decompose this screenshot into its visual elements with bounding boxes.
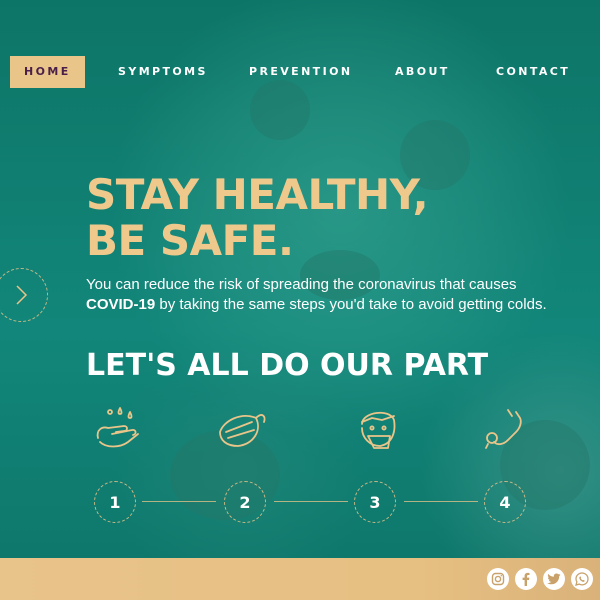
chevron-right-icon	[16, 285, 28, 305]
nav-item-prevention[interactable]: PREVENTION	[249, 56, 352, 88]
whatsapp-glyph	[575, 572, 589, 586]
step-4: 4	[484, 481, 526, 523]
nav-item-contact[interactable]: CONTACT	[496, 56, 570, 88]
step-2: 2	[224, 481, 266, 523]
sick-person-icon	[361, 411, 396, 449]
hero-subtitle: You can reduce the risk of spreading the…	[86, 275, 576, 315]
stethoscope-icon	[485, 409, 522, 449]
hero-subtitle-pre: You can reduce the risk of spreading the…	[86, 276, 517, 293]
hero-subtitle-bold: COVID-19	[86, 296, 156, 313]
section-title: LET'S ALL DO OUR PART	[86, 348, 489, 383]
hero-title-line2: BE SAFE.	[86, 216, 294, 265]
hero-title: STAY HEALTHY, BE SAFE.	[86, 172, 566, 264]
step-3: 3	[354, 481, 396, 523]
face-mask-icon	[219, 414, 266, 447]
facebook-glyph	[522, 572, 530, 586]
step-connector	[404, 501, 478, 502]
main-nav: HOME SYMPTOMS PREVENTION ABOUT CONTACT	[0, 56, 600, 88]
instagram-glyph	[491, 572, 505, 586]
hero-title-line1: STAY HEALTHY,	[86, 170, 429, 219]
whatsapp-icon[interactable]	[571, 568, 593, 590]
virus-texture	[250, 80, 310, 140]
nav-item-home[interactable]: HOME	[10, 56, 85, 88]
hero-subtitle-post: by taking the same steps you'd take to a…	[155, 296, 547, 313]
twitter-icon[interactable]	[543, 568, 565, 590]
step-connector	[142, 501, 216, 502]
twitter-glyph	[547, 573, 561, 585]
step-connector	[274, 501, 348, 502]
nav-item-about[interactable]: ABOUT	[395, 56, 450, 88]
footer-bar	[0, 558, 600, 600]
handwashing-icon	[96, 407, 139, 448]
step-1: 1	[94, 481, 136, 523]
nav-item-symptoms[interactable]: SYMPTOMS	[118, 56, 208, 88]
instagram-icon[interactable]	[487, 568, 509, 590]
facebook-icon[interactable]	[515, 568, 537, 590]
